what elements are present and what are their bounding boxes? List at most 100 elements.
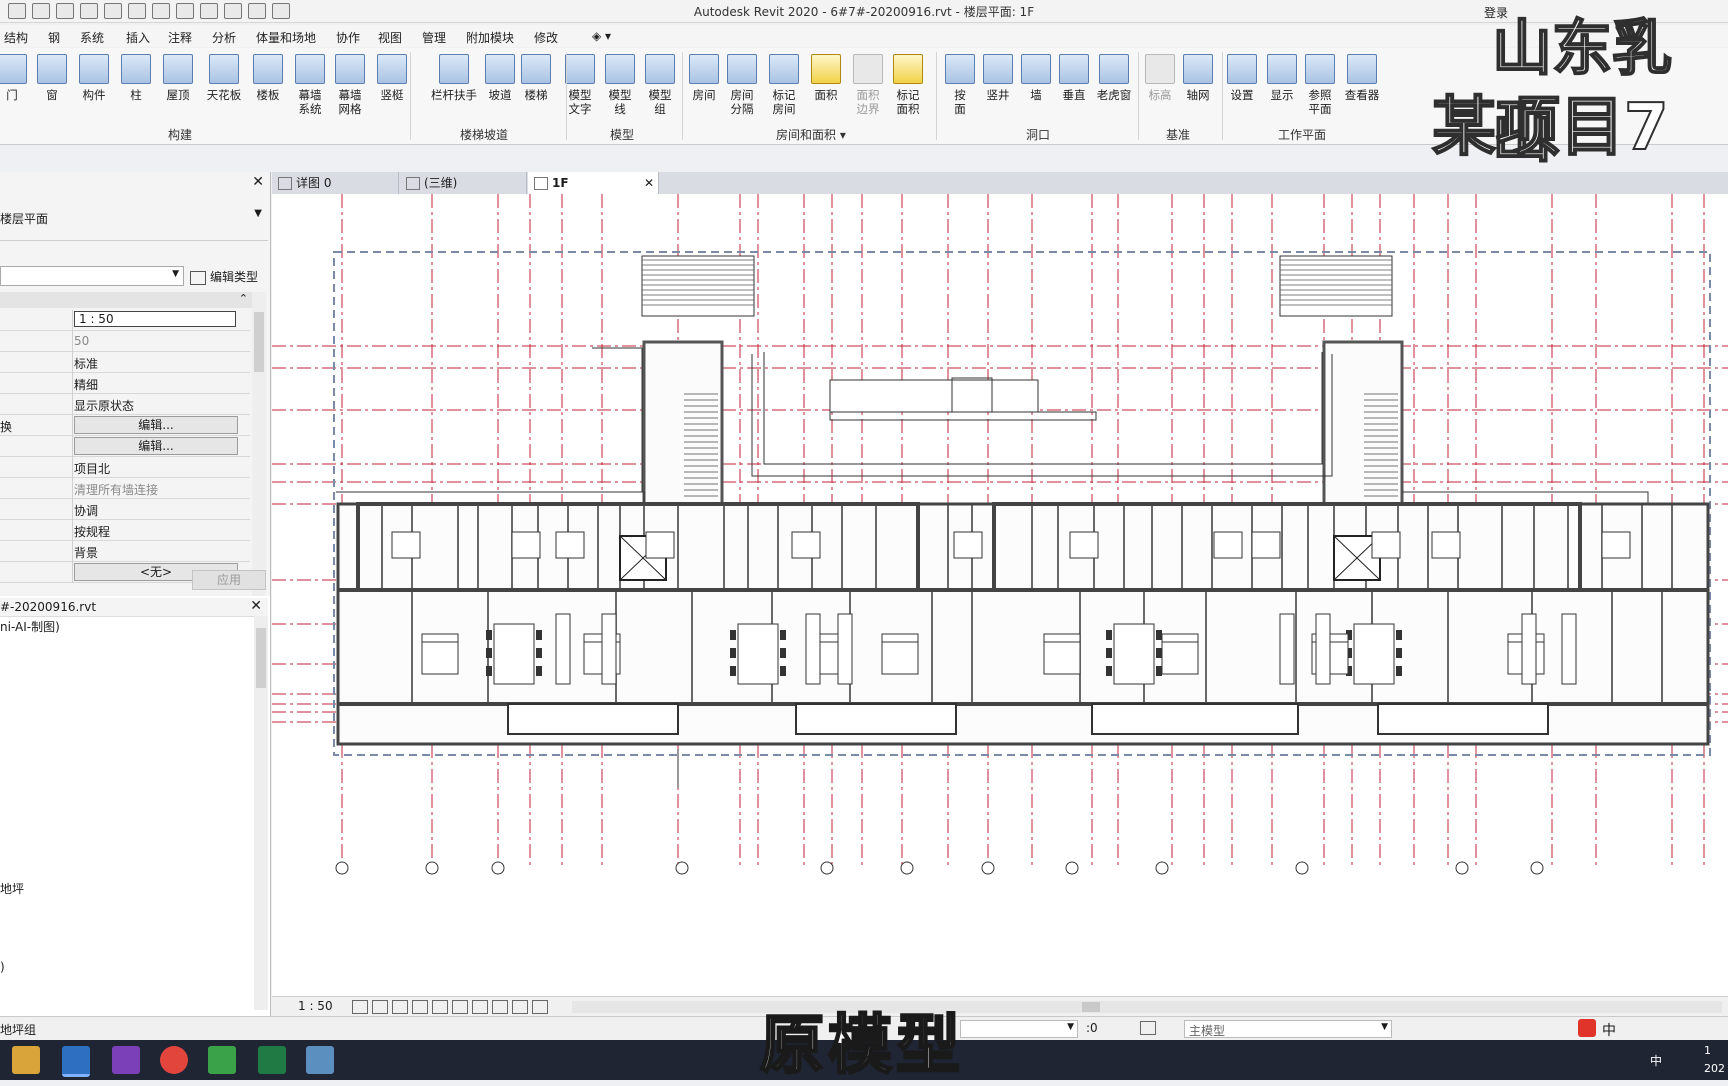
property-row[interactable]: 精细	[0, 373, 250, 394]
crop-view-icon[interactable]	[432, 1000, 448, 1014]
ribbon-button[interactable]: 天花板	[204, 54, 244, 102]
detail-level-icon[interactable]	[352, 1000, 368, 1014]
ribbon-tab[interactable]: 结构	[4, 29, 28, 46]
ribbon-button[interactable]: 标高	[1140, 54, 1180, 102]
ribbon-button[interactable]: 墙	[1016, 54, 1056, 102]
ribbon-button[interactable]: 柱	[116, 54, 156, 102]
reveal-hidden-icon[interactable]	[512, 1000, 528, 1014]
ribbon-button[interactable]: 参照 平面	[1300, 54, 1340, 116]
property-value[interactable]: 清理所有墙连接	[74, 481, 158, 498]
property-row[interactable]: 1 : 50	[0, 310, 250, 331]
ribbon-button[interactable]: 轴网	[1178, 54, 1218, 102]
edit-button[interactable]: 编辑...	[74, 437, 238, 455]
ribbon-button[interactable]: 模型 组	[640, 54, 680, 116]
ribbon-button[interactable]: 查看器	[1342, 54, 1382, 102]
property-value[interactable]: 标准	[74, 355, 98, 372]
ribbon-button[interactable]: 垂直	[1054, 54, 1094, 102]
visual-style-icon[interactable]	[372, 1000, 388, 1014]
hide-isolate-icon[interactable]	[492, 1000, 508, 1014]
property-value[interactable]: 协调	[74, 502, 98, 519]
view-tab[interactable]: 1F ✕	[528, 172, 659, 194]
edit-type-button[interactable]: 编辑类型	[190, 268, 258, 285]
property-value[interactable]: 精细	[74, 376, 98, 393]
property-row[interactable]: 背景	[0, 541, 250, 562]
workset-dropdown[interactable]: ▼	[960, 1020, 1078, 1038]
ribbon-button[interactable]: 标记 面积	[888, 54, 928, 116]
ribbon-button[interactable]: 栏杆扶手	[426, 54, 482, 102]
chrome-icon[interactable]	[160, 1046, 188, 1074]
sogou-ime-icon[interactable]	[1578, 1019, 1596, 1037]
ribbon-button[interactable]: 门	[0, 54, 32, 102]
ribbon-button[interactable]: 构件	[74, 54, 114, 102]
apply-button[interactable]: 应用	[192, 570, 266, 590]
collapse-icon[interactable]: ⌃	[239, 292, 248, 305]
tray-ime[interactable]: 中	[1650, 1052, 1662, 1069]
browser-scrollbar[interactable]	[254, 616, 268, 1010]
property-value[interactable]: 背景	[74, 544, 98, 561]
scale-input[interactable]: 1 : 50	[74, 311, 236, 327]
ribbon-button[interactable]: 房间	[684, 54, 724, 102]
sun-path-icon[interactable]	[392, 1000, 408, 1014]
ribbon-tab[interactable]: 修改	[534, 29, 558, 46]
browser-item[interactable]: )	[0, 960, 5, 974]
property-value[interactable]: 项目北	[74, 460, 110, 477]
property-row[interactable]: 50	[0, 331, 250, 352]
ribbon-button[interactable]: 幕墙 系统	[290, 54, 330, 116]
ribbon-tab[interactable]: 协作	[336, 29, 360, 46]
group-header[interactable]: ⌃	[0, 292, 252, 308]
close-icon[interactable]: ✕	[644, 172, 654, 194]
ribbon-tab[interactable]: 钢	[48, 29, 60, 46]
ribbon-group-label[interactable]: 房间和面积 ▾	[776, 126, 846, 143]
ribbon-button[interactable]: 显示	[1262, 54, 1302, 102]
browser-item[interactable]: 地坪	[0, 880, 24, 897]
ribbon-button[interactable]: 幕墙 网格	[330, 54, 370, 116]
property-row[interactable]: 项目北	[0, 457, 250, 478]
type-selector[interactable]: 楼层平面 ▼	[0, 194, 268, 241]
ribbon-button[interactable]: 模型 线	[600, 54, 640, 116]
browser-item[interactable]: ni-AI-制图)	[0, 618, 60, 635]
ribbon-button[interactable]: 坡道	[480, 54, 520, 102]
excel-icon[interactable]	[258, 1046, 286, 1074]
property-row[interactable]: 清理所有墙连接	[0, 478, 250, 499]
ribbon-button[interactable]: 竖梃	[372, 54, 412, 102]
ribbon-button[interactable]: 设置	[1222, 54, 1262, 102]
ribbon-button[interactable]: 屋顶	[158, 54, 198, 102]
ribbon-tab[interactable]: 附加模块	[466, 29, 514, 46]
ribbon-button[interactable]: 楼梯	[516, 54, 556, 102]
ribbon-tab[interactable]: 注释	[168, 29, 192, 46]
design-option-dropdown[interactable]: 主模型 ▼	[1184, 1020, 1392, 1038]
editable-only-icon[interactable]	[1140, 1021, 1156, 1035]
property-row[interactable]: 标准	[0, 352, 250, 373]
ime-mode[interactable]: 中	[1602, 1020, 1616, 1040]
view-tab[interactable]: (三维)	[400, 172, 527, 194]
file-explorer-icon[interactable]	[12, 1046, 40, 1074]
horizontal-scrollbar[interactable]	[572, 1001, 1722, 1013]
property-row[interactable]: 显示原状态	[0, 394, 250, 415]
ribbon-tab[interactable]: 体量和场地	[256, 29, 316, 46]
edit-button[interactable]: 编辑...	[74, 416, 238, 434]
show-crop-icon[interactable]	[452, 1000, 468, 1014]
property-value[interactable]: 按规程	[74, 523, 110, 540]
clock-time[interactable]: 1	[1704, 1044, 1711, 1057]
instance-filter-dropdown[interactable]: ▼	[0, 266, 184, 286]
ribbon-button[interactable]: 标记 房间	[764, 54, 804, 116]
floor-plan[interactable]	[272, 194, 1728, 996]
ribbon-button[interactable]: 面积 边界	[848, 54, 888, 116]
property-value[interactable]: 50	[74, 334, 89, 348]
property-value[interactable]: 显示原状态	[74, 397, 134, 414]
ribbon-button[interactable]: 楼板	[248, 54, 288, 102]
close-icon[interactable]: ✕	[250, 598, 262, 614]
close-icon[interactable]: ✕	[252, 174, 264, 190]
property-row[interactable]: 按规程	[0, 520, 250, 541]
ribbon-button[interactable]: 老虎窗	[1094, 54, 1134, 102]
ribbon-button[interactable]: 面积	[806, 54, 846, 102]
ribbon-tab[interactable]: 管理	[422, 29, 446, 46]
ribbon-button[interactable]: 按 面	[940, 54, 980, 116]
view-scale[interactable]: 1 : 50	[298, 999, 333, 1013]
revit-icon[interactable]	[62, 1046, 90, 1077]
ribbon-tab[interactable]: 分析	[212, 29, 236, 46]
wechat-icon[interactable]	[208, 1046, 236, 1074]
contextual-tab-icon[interactable]: ◈ ▾	[592, 29, 611, 43]
ribbon-button[interactable]: 竖井	[978, 54, 1018, 102]
ribbon-button[interactable]: 房间 分隔	[722, 54, 762, 116]
